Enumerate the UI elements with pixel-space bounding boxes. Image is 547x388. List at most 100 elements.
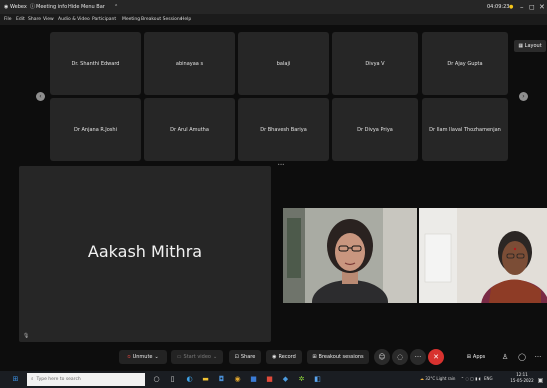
muted-mic-icon: 🎙 bbox=[23, 333, 30, 339]
participant-tile[interactable]: Divya V bbox=[332, 32, 418, 95]
webex-icon: ◉ bbox=[4, 4, 9, 10]
menu-help[interactable]: Help bbox=[181, 15, 191, 24]
captions-icon: ◌ bbox=[396, 353, 404, 361]
participant-name: Dr Bhavesh Bariya bbox=[260, 126, 307, 133]
more-options-button[interactable]: ··· bbox=[410, 349, 426, 365]
grid-icon: ▦ bbox=[518, 43, 524, 49]
widgets-icon[interactable]: ▯ bbox=[167, 374, 178, 385]
weather-text: 32°C Light rain bbox=[425, 376, 456, 381]
menu-participant[interactable]: Participant bbox=[92, 15, 116, 24]
menu-share[interactable]: Share bbox=[28, 15, 41, 24]
task-view-icon[interactable]: ○ bbox=[151, 374, 162, 385]
app-name: Webex bbox=[10, 4, 27, 10]
menu-view[interactable]: View bbox=[43, 15, 54, 24]
webex-taskbar-icon[interactable]: ◆ bbox=[280, 374, 291, 385]
clock-date: 15-05-2022 bbox=[510, 378, 534, 383]
restore-button[interactable]: ◻ bbox=[529, 1, 535, 13]
share-button[interactable]: ⊡ Share bbox=[229, 350, 261, 364]
meeting-info-button[interactable]: Meeting info bbox=[36, 2, 67, 12]
start-video-label: Start video bbox=[183, 354, 211, 360]
participant-tile[interactable]: Dr. Shanthi Edward bbox=[50, 32, 141, 95]
breakout-sessions-button[interactable]: ⊞ Breakout sessions bbox=[307, 350, 369, 364]
meeting-timer: 04:09:23 bbox=[487, 4, 510, 10]
input-language: ENG bbox=[484, 376, 493, 381]
chrome-icon[interactable]: ◉ bbox=[232, 374, 243, 385]
participant-name: Dr Anjana R.Joshi bbox=[74, 126, 117, 133]
layout-button[interactable]: ▦ Layout bbox=[514, 40, 546, 52]
record-button[interactable]: ◉ Record bbox=[266, 350, 302, 364]
menu-audio-video[interactable]: Audio & Video bbox=[58, 15, 90, 24]
reactions-button[interactable]: ☺ bbox=[374, 349, 390, 365]
menu-file[interactable]: File bbox=[4, 15, 12, 24]
resize-handle[interactable]: ••• bbox=[277, 163, 285, 167]
participant-name: balaji bbox=[276, 60, 291, 67]
chat-button[interactable]: ◯ bbox=[514, 349, 530, 365]
participant-tile[interactable]: Dr Divya Priya bbox=[332, 98, 418, 161]
unmute-button[interactable]: ⦸ Unmute ⌄ bbox=[119, 350, 167, 364]
menu-edit[interactable]: Edit bbox=[16, 15, 25, 24]
hide-menu-bar-button[interactable]: Hide Menu Bar bbox=[68, 2, 105, 12]
participant-name: Dr. Shanthi Edward bbox=[71, 60, 120, 67]
chevron-down-icon: ⌄ bbox=[154, 354, 159, 360]
start-video-button[interactable]: ▭ Start video ⌄ bbox=[171, 350, 223, 364]
apps-icon: ⊞ bbox=[466, 354, 471, 360]
participant-tile[interactable]: Dr Bhavesh Bariya bbox=[238, 98, 329, 161]
menu-bar: File Edit Share View Audio & Video Parti… bbox=[0, 14, 547, 25]
participant-tile[interactable]: abinayaa s bbox=[144, 32, 235, 95]
more-panels-button[interactable]: ··· bbox=[530, 349, 546, 365]
mic-off-icon: ⦸ bbox=[127, 354, 131, 360]
weather-icon: ☁ bbox=[420, 376, 424, 381]
participant-name: Dr Ilam Ilaval Thozhamenjan bbox=[429, 126, 501, 133]
participant-video-tile[interactable] bbox=[419, 208, 547, 303]
file-explorer-icon[interactable]: ▬ bbox=[200, 374, 211, 385]
shield-icon[interactable]: ● bbox=[509, 2, 513, 12]
search-icon: ⌕ bbox=[31, 377, 34, 382]
leave-meeting-button[interactable]: ✕ bbox=[428, 349, 444, 365]
close-icon: ✕ bbox=[433, 353, 439, 361]
participant-tile[interactable]: balaji bbox=[238, 32, 329, 95]
participant-video-frame bbox=[419, 208, 547, 303]
taskbar-clock[interactable]: 12:11 15-05-2022 bbox=[510, 372, 534, 384]
chat-icon: ◯ bbox=[518, 353, 526, 361]
participant-video-tile[interactable] bbox=[283, 208, 417, 303]
participant-tile[interactable]: Dr Arul Amutha bbox=[144, 98, 235, 161]
share-screen-icon: ⊡ bbox=[234, 354, 239, 360]
participant-name: Dr Divya Priya bbox=[357, 126, 393, 133]
participant-tile[interactable]: Dr Anjana R.Joshi bbox=[50, 98, 141, 161]
settings-icon[interactable]: ✲ bbox=[296, 374, 307, 385]
photos-icon[interactable]: ◧ bbox=[312, 374, 323, 385]
apps-label: Apps bbox=[472, 354, 486, 360]
participant-tile[interactable]: Dr Ilam Ilaval Thozhamenjan bbox=[422, 98, 508, 161]
chevron-right-icon: › bbox=[522, 93, 525, 100]
minimize-button[interactable]: – bbox=[520, 1, 524, 13]
gallery-prev-button[interactable]: ‹ bbox=[36, 92, 45, 101]
participant-name: Dr Ajay Gupta bbox=[447, 60, 483, 67]
close-window-button[interactable]: ✕ bbox=[539, 1, 545, 13]
chevron-left-icon: ‹ bbox=[39, 93, 42, 100]
participant-name: Divya V bbox=[365, 60, 385, 67]
powerpoint-icon[interactable]: ■ bbox=[264, 374, 275, 385]
captions-button[interactable]: ◌ bbox=[392, 349, 408, 365]
layout-label: Layout bbox=[524, 43, 542, 49]
participants-button[interactable]: ♙ bbox=[497, 349, 513, 365]
system-tray[interactable]: ☁ 32°C Light rain ⌃ ◌ ▢ ▮ ◖ ENG bbox=[420, 376, 493, 381]
more-icon: ··· bbox=[534, 353, 542, 361]
participants-icon: ♙ bbox=[501, 353, 509, 361]
tray-icons: ⌃ ◌ ▢ ▮ ◖ bbox=[460, 376, 481, 381]
menu-breakout-sessions[interactable]: Breakout Sessions bbox=[141, 15, 182, 24]
store-icon[interactable]: ◘ bbox=[216, 374, 227, 385]
gallery-next-button[interactable]: › bbox=[519, 92, 528, 101]
chevron-up-icon[interactable]: ⌃ bbox=[114, 2, 118, 12]
meeting-info-icon[interactable]: ⓘ bbox=[30, 2, 35, 12]
breakout-icon: ⊞ bbox=[312, 354, 317, 360]
apps-button[interactable]: ⊞ Apps bbox=[461, 350, 491, 364]
windows-start-icon[interactable]: ⊞ bbox=[10, 374, 21, 385]
active-speaker-tile[interactable]: Aakash Mithra 🎙 bbox=[19, 166, 271, 342]
notifications-icon[interactable]: ▣ bbox=[536, 375, 545, 386]
word-icon[interactable]: ■ bbox=[248, 374, 259, 385]
menu-meeting[interactable]: Meeting bbox=[122, 15, 140, 24]
taskbar-search-input[interactable]: ⌕ Type here to search bbox=[27, 373, 145, 386]
participant-tile[interactable]: Dr Ajay Gupta bbox=[422, 32, 508, 95]
video-off-icon: ▭ bbox=[176, 354, 182, 360]
edge-browser-icon[interactable]: ◐ bbox=[184, 374, 195, 385]
